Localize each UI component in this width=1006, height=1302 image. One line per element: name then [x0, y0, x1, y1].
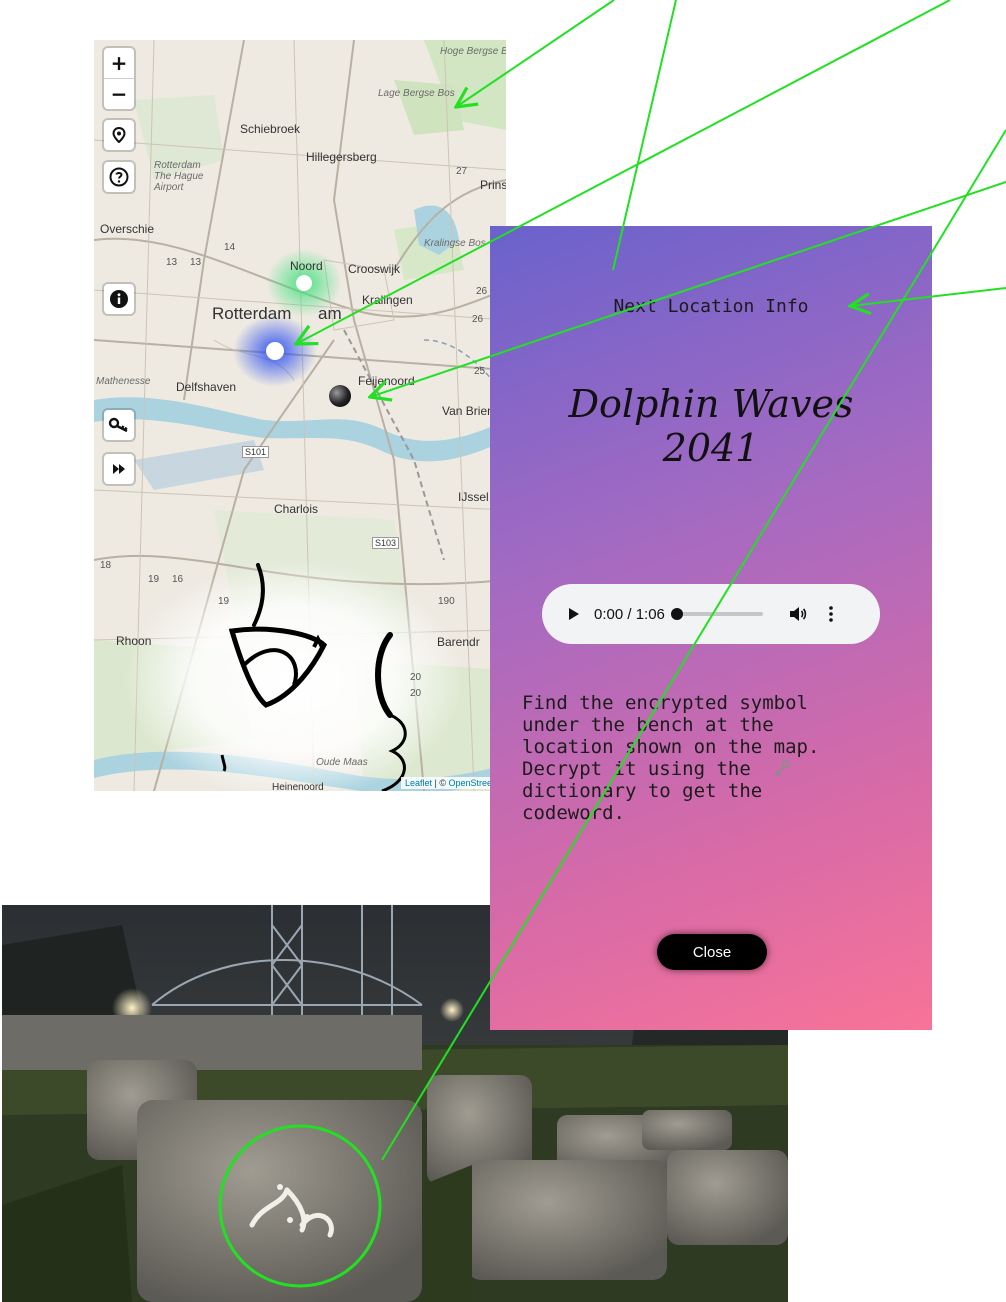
- blue-location-marker[interactable]: [266, 342, 284, 360]
- map-label: Schiebroek: [240, 122, 301, 136]
- map-label: Van Brien: [442, 404, 494, 418]
- map-view[interactable]: Hoge Bergse Bos Lage Bergse Bos Schiebro…: [94, 40, 506, 791]
- map-label: Prins: [480, 178, 506, 192]
- map-label: Barendr: [437, 635, 480, 649]
- audio-seek-bar[interactable]: [670, 608, 763, 620]
- key-icon: [774, 759, 791, 777]
- more-options-icon[interactable]: [829, 606, 833, 622]
- info-button[interactable]: [104, 284, 134, 314]
- route-number: 26: [472, 314, 484, 325]
- map-label: IJssel: [458, 490, 489, 504]
- map-label: Lage Bergse Bos: [378, 88, 455, 99]
- dolphin-symbol-icon: [220, 563, 407, 791]
- map-label: Crooswijk: [348, 262, 401, 276]
- instructions-line: dictionary to get the: [522, 780, 763, 802]
- map-label: am: [318, 304, 342, 323]
- instructions-line: Decrypt it using the: [522, 758, 751, 780]
- route-number: 19: [148, 574, 160, 585]
- map-label: Rotterdam: [212, 304, 292, 323]
- location-name-line1: Dolphin Waves: [568, 382, 854, 426]
- fast-forward-button[interactable]: [104, 454, 134, 484]
- instructions-text: Find the encrypted symbol under the benc…: [522, 692, 902, 824]
- audio-seek-thumb[interactable]: [670, 608, 683, 620]
- instructions-line: codeword.: [522, 802, 625, 824]
- map-label: Rotterdam The Hague Airport: [154, 160, 204, 193]
- attribution-separator: | ©: [431, 778, 449, 788]
- zoom-control: + −: [104, 48, 134, 109]
- play-icon[interactable]: [568, 607, 580, 621]
- map-label: Kralingse Bos: [424, 238, 486, 249]
- instructions-line: location shown on the map.: [522, 736, 820, 758]
- route-number: 27: [456, 166, 468, 177]
- location-name-line2: 2041: [662, 426, 760, 470]
- road-shield: S103: [372, 537, 400, 549]
- green-location-marker[interactable]: [296, 275, 312, 291]
- location-pin-button[interactable]: [104, 120, 134, 150]
- route-number: 16: [172, 574, 184, 585]
- audio-time: 0:00 / 1:06: [594, 605, 665, 623]
- route-number: 190: [438, 596, 455, 607]
- map-label: Hillegersberg: [306, 150, 377, 164]
- map-label: Delfshaven: [176, 380, 237, 394]
- volume-icon[interactable]: [789, 606, 807, 622]
- key-icon: [108, 417, 128, 433]
- map-label: Noord: [290, 259, 323, 273]
- route-number: 18: [100, 560, 112, 571]
- instructions-line: under the bench at the: [522, 714, 774, 736]
- map-label: Hoge Bergse Bos: [440, 46, 506, 57]
- instructions-line: Find the encrypted symbol: [522, 692, 808, 714]
- route-number: 25: [474, 366, 486, 377]
- close-button[interactable]: Close: [657, 934, 767, 970]
- route-number: 13: [190, 257, 202, 268]
- info-control: [104, 284, 134, 314]
- info-icon: [110, 290, 128, 308]
- route-number: 14: [224, 242, 236, 253]
- help-icon: [109, 167, 129, 187]
- modal-title: Next Location Info: [613, 296, 809, 317]
- zoom-out-button[interactable]: −: [104, 78, 134, 109]
- route-number: 26: [476, 286, 488, 297]
- route-number: 13: [166, 257, 178, 268]
- road-shield: S101: [242, 446, 270, 458]
- key-control: [104, 410, 134, 440]
- next-location-modal: Next Location Info Dolphin Waves 2041 0:…: [490, 226, 932, 1030]
- skip-control: [104, 454, 134, 484]
- bench-location-marker[interactable]: [329, 385, 351, 407]
- audio-player: 0:00 / 1:06: [542, 584, 880, 644]
- dictionary-key-button[interactable]: [104, 410, 134, 440]
- map-label: Mathenesse: [96, 376, 151, 387]
- locate-control: [104, 120, 134, 150]
- map-label: Charlois: [274, 502, 319, 516]
- location-name: Dolphin Waves 2041: [490, 382, 932, 470]
- map-label: Rhoon: [116, 634, 152, 648]
- map-label: Feijenoord: [358, 374, 415, 388]
- fast-forward-icon: [113, 464, 125, 474]
- location-pin-icon: [112, 127, 126, 143]
- map-label: Overschie: [100, 222, 155, 236]
- zoom-in-button[interactable]: +: [104, 48, 134, 78]
- leaflet-link[interactable]: Leaflet: [405, 778, 432, 788]
- help-button[interactable]: [104, 162, 134, 192]
- help-control: [104, 162, 134, 192]
- map-label: Kralingen: [362, 293, 413, 307]
